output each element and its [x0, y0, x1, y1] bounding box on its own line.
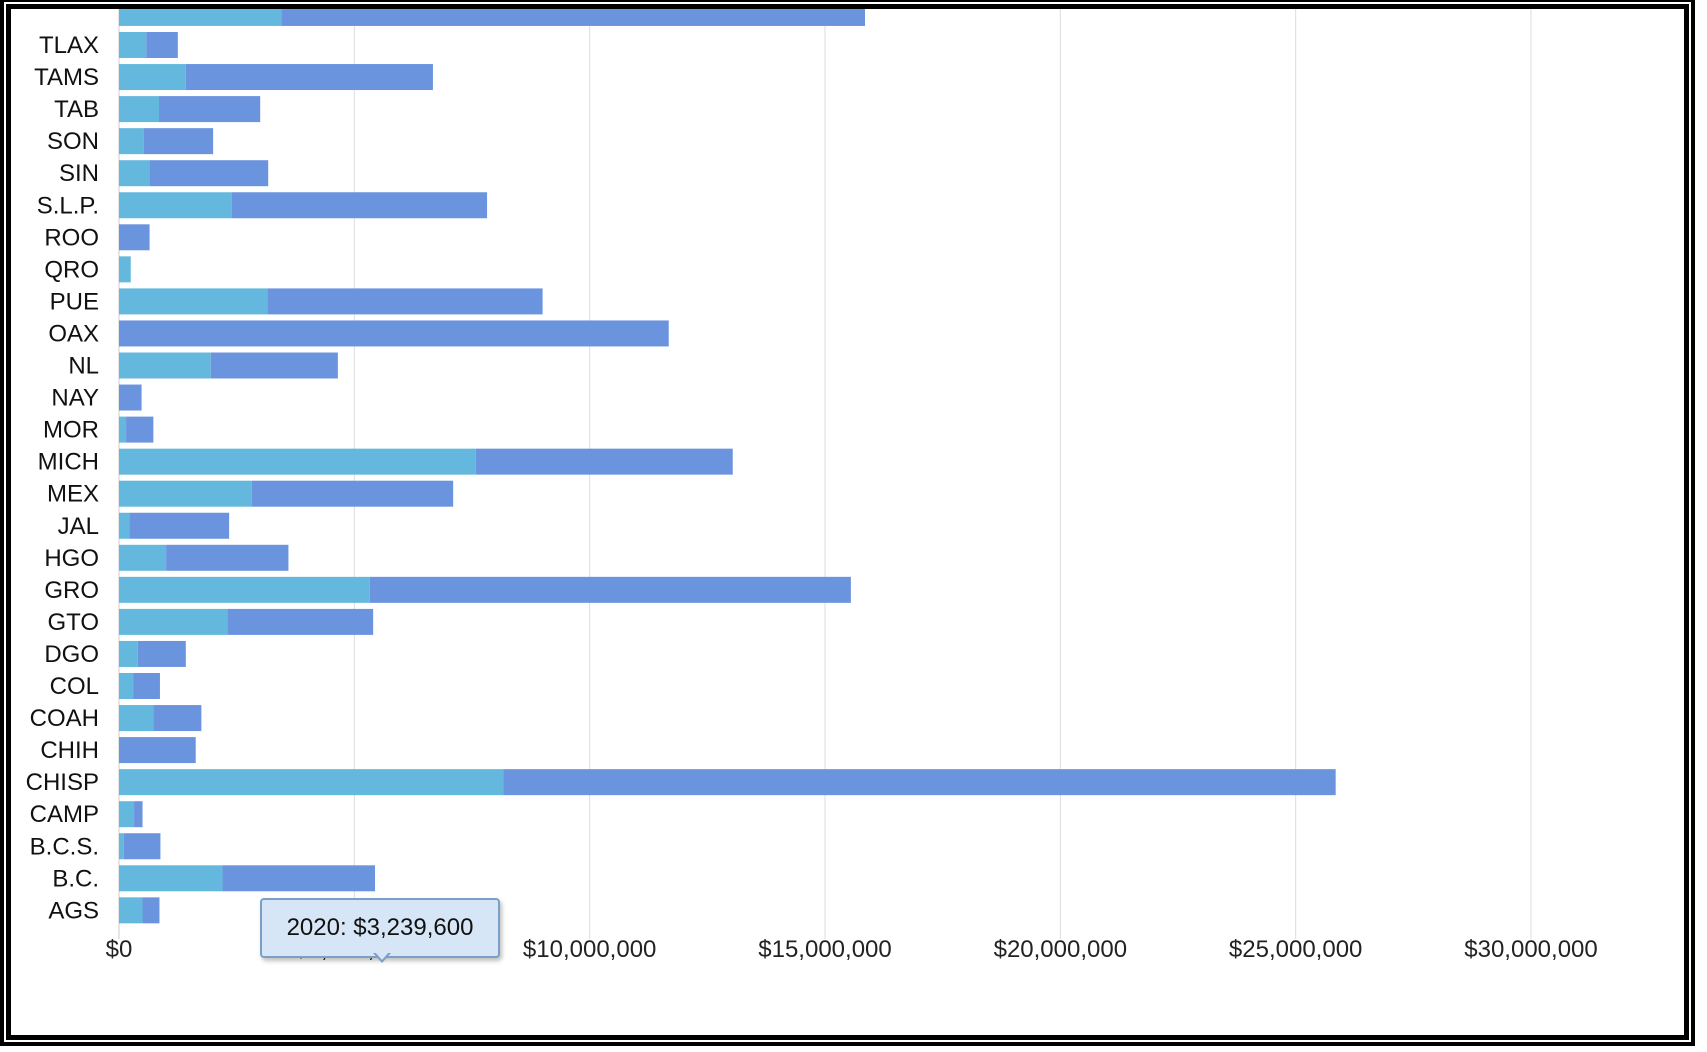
bar-hgo-series-2[interactable]	[166, 544, 289, 571]
category-label: AGS	[48, 897, 99, 924]
bar-tab-series-1[interactable]	[119, 96, 160, 123]
category-label: NL	[68, 353, 99, 380]
bar-son-series-2[interactable]	[143, 128, 214, 155]
x-tick-label: $0	[106, 936, 133, 963]
bar-jal-series-1[interactable]	[119, 512, 130, 539]
category-label: ROO	[44, 224, 99, 251]
bar-slp-series-1[interactable]	[119, 192, 232, 219]
bars-group	[119, 9, 1336, 924]
bar-segment-partial-top-2[interactable]	[281, 9, 866, 26]
category-label: QRO	[44, 256, 99, 283]
bar-bcs-series-1[interactable]	[119, 833, 124, 860]
category-label: CHIH	[40, 737, 99, 764]
bar-bc-series-2[interactable]	[222, 865, 376, 892]
bar-tams-series-1[interactable]	[119, 64, 186, 91]
bar-oax-series-2[interactable]	[119, 320, 669, 347]
bar-col-series-2[interactable]	[133, 673, 160, 699]
category-label: TLAX	[39, 32, 99, 59]
bar-sin-series-1[interactable]	[119, 160, 150, 187]
bar-gro-series-1[interactable]	[119, 576, 370, 603]
category-label: CAMP	[30, 801, 99, 828]
category-label: TAMS	[34, 64, 99, 91]
bar-bcs-series-2[interactable]	[123, 833, 161, 860]
bar-segment-partial-top-1[interactable]	[119, 9, 282, 26]
category-label: MICH	[38, 449, 99, 476]
bar-roo-series-2[interactable]	[119, 224, 150, 251]
bar-tlax-series-2[interactable]	[146, 32, 178, 58]
bar-gro-series-2[interactable]	[369, 576, 851, 603]
category-label: HGO	[44, 545, 99, 572]
bar-mor-series-2[interactable]	[126, 416, 154, 443]
bar-chisp-series-2[interactable]	[503, 769, 1336, 796]
category-label: MOR	[43, 417, 99, 444]
bar-mex-series-2[interactable]	[251, 480, 454, 507]
category-label: GTO	[47, 609, 99, 636]
bar-mor-series-1[interactable]	[119, 416, 127, 443]
bar-bc-series-1[interactable]	[119, 865, 223, 892]
category-label: B.C.	[52, 865, 99, 892]
bar-pue-series-1[interactable]	[119, 288, 268, 315]
bar-tams-series-2[interactable]	[185, 64, 433, 91]
bar-chisp-series-1[interactable]	[119, 769, 504, 796]
category-label: TAB	[54, 96, 99, 123]
bar-slp-series-2[interactable]	[231, 192, 488, 219]
hover-tooltip: 2020: $3,239,600	[260, 898, 500, 958]
bar-gto-series-2[interactable]	[227, 608, 374, 635]
category-label: S.L.P.	[37, 192, 99, 219]
category-label: CHISP	[26, 769, 99, 796]
bar-tlax-series-1[interactable]	[119, 32, 147, 58]
bar-qro-series-1[interactable]	[119, 256, 131, 283]
bar-ags-series-1[interactable]	[119, 897, 143, 924]
category-label: COL	[50, 673, 99, 700]
bar-camp-series-1[interactable]	[119, 801, 135, 828]
bar-pue-series-2[interactable]	[267, 288, 543, 315]
category-label: SIN	[59, 160, 99, 187]
x-tick-label: $25,000,000	[1229, 936, 1362, 963]
bar-dgo-series-1[interactable]	[119, 640, 138, 667]
bar-ags-series-2[interactable]	[142, 897, 160, 924]
bar-nl-series-1[interactable]	[119, 352, 211, 379]
x-tick-label: $10,000,000	[523, 936, 656, 963]
bar-nl-series-2[interactable]	[210, 352, 338, 379]
bar-gto-series-1[interactable]	[119, 608, 228, 635]
category-label: GRO	[44, 577, 99, 604]
category-label: COAH	[30, 705, 99, 732]
bar-chart: TLAX TAMS TAB SON SIN S.L.P. ROO QRO PUE OAX NL NAY…	[26, 9, 1598, 963]
x-tick-label: $20,000,000	[994, 936, 1127, 963]
bar-col-series-1[interactable]	[119, 673, 134, 699]
bar-son-series-1[interactable]	[119, 128, 144, 155]
category-label: JAL	[58, 513, 99, 540]
bar-sin-series-2[interactable]	[149, 160, 269, 187]
category-label: MEX	[47, 481, 99, 508]
x-tick-label: $30,000,000	[1464, 936, 1597, 963]
bar-nay-series-2[interactable]	[119, 384, 142, 411]
category-labels: TLAX TAMS TAB SON SIN S.L.P. ROO QRO PUE OAX NL NAY…	[26, 32, 99, 924]
category-label: DGO	[44, 641, 99, 668]
bar-camp-series-2[interactable]	[134, 801, 143, 828]
category-label: OAX	[48, 320, 99, 347]
bar-mich-series-2[interactable]	[475, 448, 733, 475]
bar-jal-series-2[interactable]	[129, 512, 230, 539]
bar-mich-series-1[interactable]	[119, 448, 476, 475]
category-label: NAY	[51, 385, 99, 412]
bar-chih-series-2[interactable]	[119, 737, 196, 764]
tooltip-pointer-fill	[375, 952, 389, 960]
bar-dgo-series-2[interactable]	[137, 640, 186, 667]
bar-coah-series-1[interactable]	[119, 705, 154, 732]
chart-frame: TLAX TAMS TAB SON SIN S.L.P. ROO QRO PUE OAX NL NAY…	[6, 4, 1689, 1040]
bar-mex-series-1[interactable]	[119, 480, 252, 507]
category-label: B.C.S.	[30, 833, 99, 860]
bar-coah-series-2[interactable]	[153, 705, 202, 732]
x-tick-label: $15,000,000	[758, 936, 891, 963]
bar-hgo-series-1[interactable]	[119, 544, 167, 571]
bar-tab-series-2[interactable]	[159, 96, 261, 123]
category-label: SON	[47, 128, 99, 155]
category-label: PUE	[50, 288, 99, 315]
